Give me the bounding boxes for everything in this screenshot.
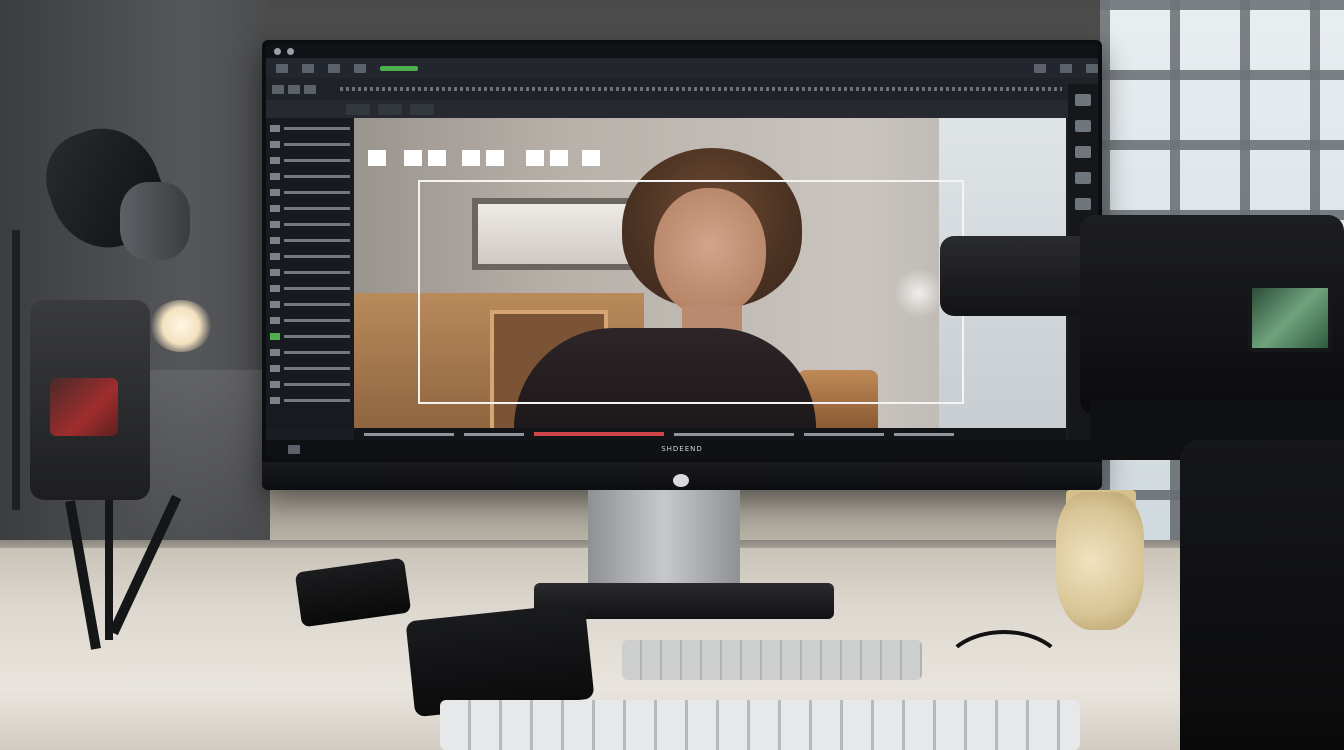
media-item-selected[interactable] xyxy=(270,330,350,342)
title-bar xyxy=(266,44,1098,58)
menu-item[interactable] xyxy=(1060,63,1072,73)
apple-logo-icon xyxy=(673,474,689,487)
toolbar-button[interactable] xyxy=(272,84,284,94)
inspector-icon[interactable] xyxy=(1075,146,1091,158)
camera-tripod xyxy=(1180,440,1344,750)
background-shelf xyxy=(130,370,270,540)
menu-item[interactable] xyxy=(354,63,366,73)
inspector-icon[interactable] xyxy=(1075,172,1091,184)
media-item[interactable] xyxy=(270,314,350,326)
window-minimize-button[interactable] xyxy=(287,47,294,55)
toolbar-button[interactable] xyxy=(304,84,316,94)
viewer-tab[interactable] xyxy=(410,103,434,115)
media-item[interactable] xyxy=(270,218,350,230)
menu-bar xyxy=(266,58,1098,78)
status-label: SHDEEND xyxy=(661,445,703,453)
keyboard-back xyxy=(622,640,922,680)
media-item[interactable] xyxy=(270,266,350,278)
inspector-icon[interactable] xyxy=(1075,120,1091,132)
inspector-icon[interactable] xyxy=(1075,198,1091,210)
media-item[interactable] xyxy=(270,234,350,246)
menu-item[interactable] xyxy=(276,63,288,73)
active-mode-indicator[interactable] xyxy=(380,65,418,71)
ceramic-vase xyxy=(1056,492,1144,630)
media-item[interactable] xyxy=(270,394,350,406)
menu-item[interactable] xyxy=(328,63,340,73)
photo-scene: SHDEEND xyxy=(0,0,1344,750)
toolbar xyxy=(266,78,1098,100)
light-stand-pole xyxy=(12,230,20,510)
timeline-strip[interactable] xyxy=(354,428,1066,440)
timeline-selected-clip[interactable] xyxy=(534,432,664,436)
viewer-tab[interactable] xyxy=(346,103,370,115)
window-close-button[interactable] xyxy=(274,47,281,55)
viewer-tab[interactable] xyxy=(378,103,402,115)
timeline-clip[interactable] xyxy=(464,432,524,436)
media-item[interactable] xyxy=(270,282,350,294)
desk-cable xyxy=(940,630,1068,718)
media-item[interactable] xyxy=(270,154,350,166)
inspector-icon[interactable] xyxy=(1075,94,1091,106)
timeline-clip[interactable] xyxy=(364,432,454,436)
media-item[interactable] xyxy=(270,202,350,214)
media-item[interactable] xyxy=(270,298,350,310)
status-bar: SHDEEND xyxy=(266,440,1098,458)
toolbar-ruler xyxy=(340,87,1062,91)
overlay-glyphs xyxy=(368,150,600,166)
menu-item[interactable] xyxy=(1034,63,1046,73)
media-browser-panel xyxy=(266,118,354,428)
status-icon xyxy=(288,444,300,454)
menu-item[interactable] xyxy=(1086,63,1098,73)
media-item[interactable] xyxy=(270,250,350,262)
timeline-clip[interactable] xyxy=(894,432,954,436)
camera-lcd-screen xyxy=(1248,284,1332,352)
studio-light-reflector xyxy=(120,182,190,260)
title-safe-frame[interactable] xyxy=(418,180,964,404)
background-lamp xyxy=(150,300,212,352)
monitor-stand xyxy=(588,490,740,590)
recorder-screen xyxy=(50,378,118,436)
tripod-leg-middle xyxy=(105,500,113,640)
media-item[interactable] xyxy=(270,186,350,198)
media-item[interactable] xyxy=(270,170,350,182)
media-item[interactable] xyxy=(270,138,350,150)
timeline-clip[interactable] xyxy=(674,432,794,436)
toolbar-button[interactable] xyxy=(288,84,300,94)
timeline-clip[interactable] xyxy=(804,432,884,436)
media-item[interactable] xyxy=(270,346,350,358)
preview-title-overlay xyxy=(368,148,608,175)
media-item[interactable] xyxy=(270,122,350,134)
media-item[interactable] xyxy=(270,378,350,390)
viewer-tabs xyxy=(266,100,1098,118)
menu-item[interactable] xyxy=(302,63,314,73)
media-item[interactable] xyxy=(270,362,350,374)
